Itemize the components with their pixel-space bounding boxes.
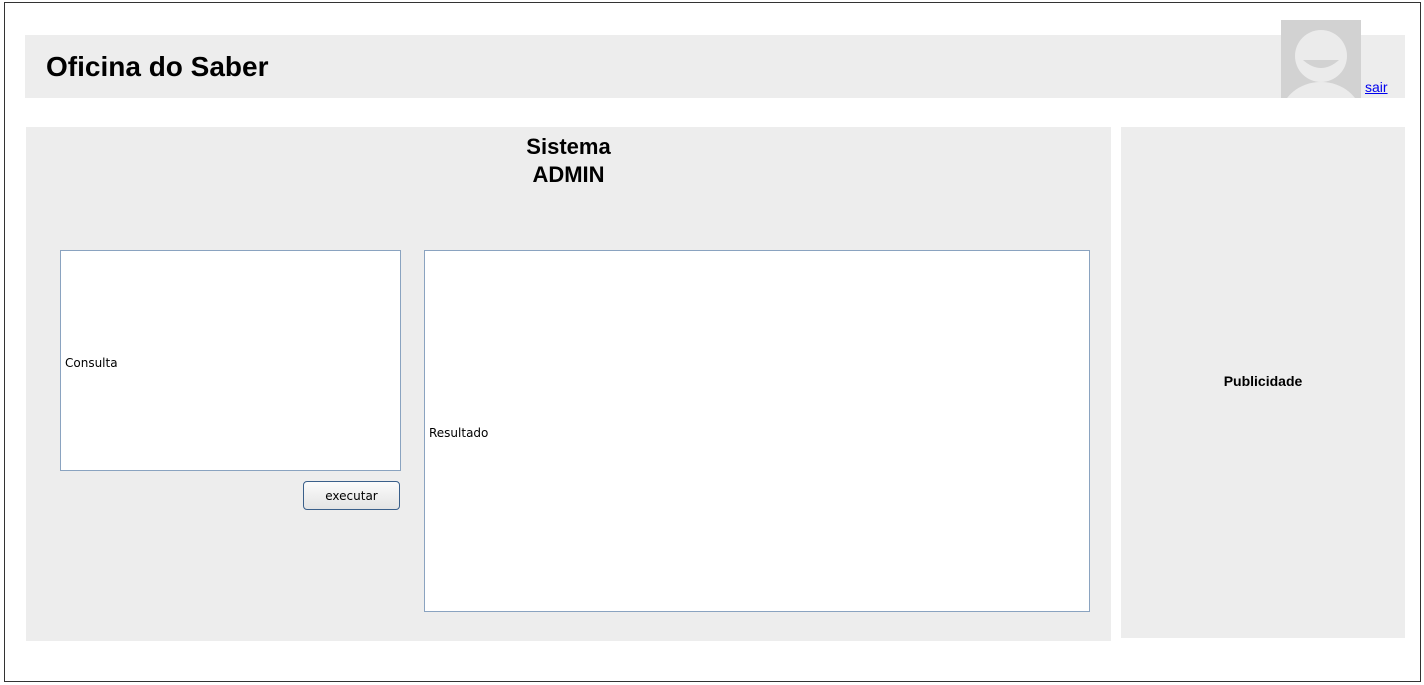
query-input[interactable]: Consulta — [60, 250, 401, 471]
app-title: Oficina do Saber — [46, 51, 269, 82]
logout-link[interactable]: sair — [1365, 79, 1388, 95]
header-bar: Oficina do Saber sair — [25, 20, 1405, 98]
page-title-line-2: ADMIN — [532, 162, 605, 187]
advertising-label: Publicidade — [1223, 373, 1303, 389]
result-area[interactable]: Resultado — [424, 250, 1090, 612]
main-panel: Sistema ADMIN Consulta executar Resultad… — [26, 127, 1111, 641]
execute-button[interactable]: executar — [303, 481, 400, 510]
query-label: Consulta — [65, 356, 118, 370]
user-avatar-icon — [1281, 20, 1361, 98]
page-title: Sistema ADMIN — [26, 133, 1111, 189]
page-title-line-1: Sistema — [526, 134, 611, 159]
result-label: Resultado — [429, 426, 489, 440]
advertising-panel: Publicidade — [1121, 127, 1405, 638]
